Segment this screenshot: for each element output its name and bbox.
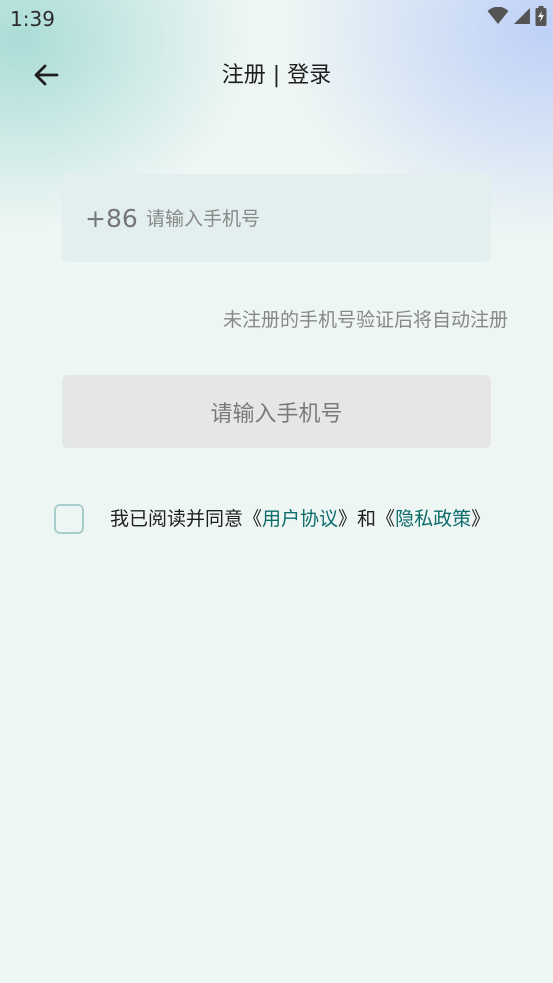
country-code: +86 xyxy=(85,204,138,233)
submit-button[interactable]: 请输入手机号 xyxy=(62,375,491,448)
wifi-icon xyxy=(487,6,509,29)
phone-input-container[interactable]: +86 xyxy=(62,174,491,262)
user-agreement-link[interactable]: 用户协议 xyxy=(262,508,338,530)
agreement-bracket-open: 《 xyxy=(243,508,263,530)
agreement-bracket-close: 》 xyxy=(471,508,491,530)
privacy-policy-link[interactable]: 隐私政策 xyxy=(395,508,471,530)
page-title: 注册 | 登录 xyxy=(221,63,332,88)
battery-charging-icon xyxy=(535,6,547,30)
signal-icon xyxy=(513,7,531,29)
agreement-connector: 》和《 xyxy=(338,508,396,530)
agreement-checkbox[interactable] xyxy=(54,504,84,534)
background-gradient xyxy=(0,0,553,983)
agreement-text: 我已阅读并同意《用户协议》和《隐私政策》 xyxy=(110,506,490,532)
agreement-prefix: 我已阅读并同意 xyxy=(110,508,244,530)
status-bar: 1:39 xyxy=(0,0,553,38)
status-icons xyxy=(487,6,547,30)
status-time: 1:39 xyxy=(10,7,55,31)
auto-register-hint: 未注册的手机号验证后将自动注册 xyxy=(222,309,508,331)
phone-input[interactable] xyxy=(146,204,466,234)
